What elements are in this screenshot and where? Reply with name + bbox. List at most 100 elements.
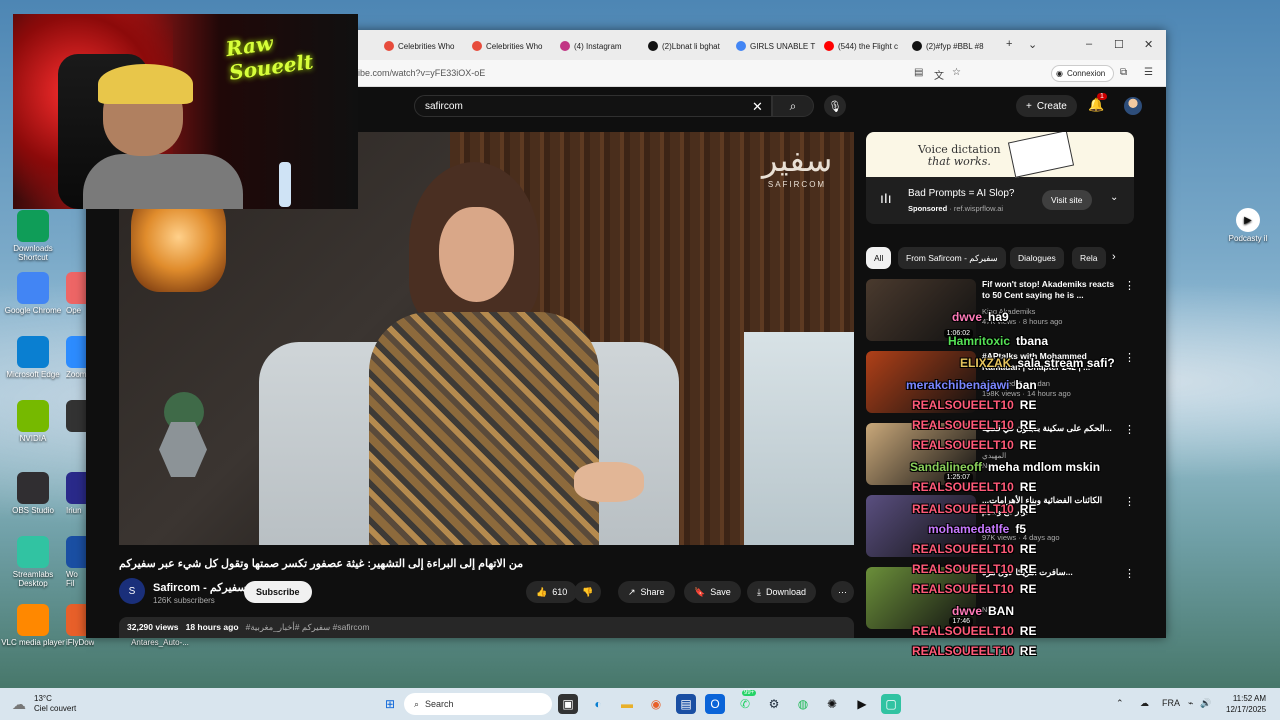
more-vert-icon[interactable]: ⋮ bbox=[1124, 423, 1135, 436]
close-window-icon[interactable]: ✕ bbox=[1144, 38, 1153, 51]
menu-icon[interactable]: ☰ bbox=[1144, 67, 1153, 78]
weather-widget[interactable]: ☁ 13°C Ciel couvert bbox=[12, 694, 76, 713]
browser-tab[interactable]: GIRLS UNABLE T bbox=[736, 38, 818, 54]
desktop-icon[interactable]: Google Chrome bbox=[0, 272, 66, 315]
chat-message: REALSOUEELT10 RE bbox=[912, 582, 1036, 596]
clock[interactable]: 11:52 AM 12/17/2025 bbox=[1226, 693, 1266, 715]
new-tab-icon[interactable]: + bbox=[1006, 38, 1012, 50]
desktop-icon[interactable]: NVIDIA bbox=[0, 400, 66, 443]
clear-search-icon[interactable]: ✕ bbox=[752, 99, 763, 115]
bookmark-star-icon[interactable]: ☆ bbox=[952, 67, 961, 78]
share-button[interactable]: ↗ Share bbox=[618, 581, 675, 603]
minimize-icon[interactable]: – bbox=[1086, 38, 1092, 50]
tab-label: (544) the Flight c bbox=[838, 41, 899, 51]
more-vert-icon[interactable]: ⋮ bbox=[1124, 351, 1135, 364]
desktop-icon[interactable]: OBS Studio bbox=[0, 472, 66, 515]
extensions-icon[interactable]: ⧉ bbox=[1120, 67, 1127, 78]
desktop-icon[interactable]: VLC media player bbox=[0, 604, 66, 647]
search-button[interactable]: ⌕ bbox=[772, 95, 814, 117]
more-vert-icon[interactable]: ⋮ bbox=[1124, 279, 1135, 292]
task-view-icon[interactable]: ▣ bbox=[558, 694, 578, 714]
chatgpt-icon[interactable]: ✺ bbox=[822, 694, 842, 714]
language-indicator[interactable]: FRA bbox=[1162, 698, 1180, 708]
subscribe-button[interactable]: Subscribe bbox=[244, 581, 312, 603]
desktop-icon-podcast[interactable]: ▶ Podcasty il bbox=[1222, 208, 1274, 243]
streamlabs-icon[interactable]: ▢ bbox=[881, 694, 901, 714]
browser-tab[interactable]: (4) Instagram bbox=[560, 38, 642, 54]
tab-favicon-icon bbox=[560, 41, 570, 51]
maximize-icon[interactable]: ☐ bbox=[1114, 38, 1124, 51]
desktop-icon[interactable]: Downloads Shortcut bbox=[0, 210, 66, 262]
start-windows-icon[interactable]: ⊞ bbox=[380, 694, 400, 714]
browser-tab[interactable]: (544) the Flight c bbox=[824, 38, 906, 54]
onedrive-icon[interactable]: ☁ bbox=[1140, 698, 1149, 709]
ad-banner[interactable]: Voice dictation that works. bbox=[866, 132, 1134, 178]
description-box[interactable]: 32,290 views 18 hours ago #سفيركم #أخبار… bbox=[119, 617, 854, 638]
more-vert-icon[interactable]: ⋮ bbox=[1124, 567, 1135, 580]
recommendation-title[interactable]: Fif won't stop! Akademiks reacts to 50 C… bbox=[982, 279, 1120, 301]
create-button[interactable]: + Create bbox=[1016, 95, 1077, 117]
chevron-down-icon[interactable]: ⌄ bbox=[1110, 192, 1118, 203]
chat-username: REALSOUEELT10 bbox=[912, 502, 1014, 516]
outlook-icon[interactable]: O bbox=[705, 694, 725, 714]
recommendation-item[interactable]: 1:25:07 الحكم على سكينة بنجلون في قضية...… bbox=[866, 423, 1146, 487]
voice-search-button[interactable]: 🎙 bbox=[824, 95, 846, 117]
search-input[interactable]: safircom bbox=[414, 95, 772, 117]
account-avatar[interactable] bbox=[1124, 97, 1142, 115]
taskbar-search[interactable]: ⌕ Search bbox=[404, 693, 552, 715]
recommendation-item[interactable]: 17:46 سافرت امريكا لاول مرة... New ⋮ bbox=[866, 567, 1146, 631]
chip-related[interactable]: Rela bbox=[1072, 247, 1106, 269]
chat-username: REALSOUEELT10 bbox=[912, 438, 1014, 452]
chip-all[interactable]: All bbox=[866, 247, 892, 269]
save-button[interactable]: 🔖 Save bbox=[684, 581, 741, 603]
dislike-button[interactable]: 👎 bbox=[574, 581, 602, 603]
chip-from-channel[interactable]: From Safircom - سفيركم bbox=[898, 247, 1006, 269]
tray-overflow-icon[interactable]: ⌃ bbox=[1116, 698, 1124, 709]
translate-icon[interactable]: 文 bbox=[934, 67, 944, 82]
more-actions-button[interactable]: ⋯ bbox=[831, 581, 854, 603]
steam-icon[interactable]: ⚙ bbox=[764, 694, 784, 714]
whatsapp-icon[interactable]: ✆ bbox=[735, 694, 755, 714]
desktop-icon-label: Microsoft Edge bbox=[6, 370, 60, 379]
recommendation-channel[interactable]: المهيدي bbox=[982, 451, 1006, 460]
desktop-icon-antares[interactable]: Antares_Auto-... bbox=[120, 638, 200, 647]
volume-icon[interactable]: 🔊 bbox=[1200, 698, 1211, 709]
recommendation-thumbnail[interactable]: 17:46 bbox=[866, 567, 976, 629]
desktop-icon[interactable]: Microsoft Edge bbox=[0, 336, 66, 379]
browser-tab[interactable]: Celebrities Who bbox=[384, 38, 466, 54]
store-icon[interactable]: ▤ bbox=[676, 694, 696, 714]
file-explorer-icon[interactable]: ▬ bbox=[617, 694, 637, 714]
spotify-icon[interactable]: ◍ bbox=[793, 694, 813, 714]
chat-text: RE bbox=[1019, 644, 1037, 658]
more-vert-icon[interactable]: ⋮ bbox=[1124, 495, 1135, 508]
chat-username: REALSOUEELT10 bbox=[912, 562, 1014, 576]
channel-avatar[interactable]: S bbox=[119, 578, 145, 604]
media-player-icon[interactable]: ▶ bbox=[852, 694, 872, 714]
chip-dialogues[interactable]: Dialogues bbox=[1010, 247, 1064, 269]
recommendation-thumbnail[interactable]: 1:25:07 bbox=[866, 423, 976, 485]
chevron-right-icon[interactable]: › bbox=[1112, 251, 1116, 263]
weather-temp: 13°C bbox=[34, 694, 52, 703]
chat-message: REALSOUEELT10 RE bbox=[912, 418, 1036, 432]
network-icon[interactable]: ⌁ bbox=[1188, 698, 1193, 709]
connexion-button[interactable]: ◉ Connexion bbox=[1051, 65, 1115, 82]
like-button[interactable]: 👍 610 bbox=[526, 581, 578, 603]
wispr-flow-icon: ıIı bbox=[880, 190, 892, 206]
channel-name[interactable]: Safircom - سفيركم bbox=[153, 581, 247, 594]
edge-icon[interactable]: ◐ bbox=[588, 694, 608, 714]
firefox-icon[interactable]: ◉ bbox=[646, 694, 666, 714]
chat-text: ban bbox=[1015, 378, 1037, 392]
desktop-icon[interactable]: Streamlabs Desktop bbox=[0, 536, 66, 588]
desktop-icon-label: Podcasty il bbox=[1228, 234, 1268, 243]
browser-tab[interactable]: (2)Lbnat li bghat bbox=[648, 38, 730, 54]
reader-icon[interactable]: ▤ bbox=[914, 67, 923, 78]
chat-message: REALSOUEELT10 RE bbox=[912, 438, 1036, 452]
browser-tab[interactable]: (2)#fyp #BBL #8 bbox=[912, 38, 994, 54]
browser-tab[interactable]: Celebrities Who bbox=[472, 38, 554, 54]
download-button[interactable]: ⤓ Download bbox=[747, 581, 817, 603]
hashtags[interactable]: #سفيركم #أخبار_مغربية #safircom bbox=[246, 622, 370, 632]
visit-site-button[interactable]: Visit site bbox=[1042, 190, 1092, 210]
tab-list-icon[interactable]: ⌄ bbox=[1028, 38, 1037, 51]
sponsored-ad[interactable]: Voice dictation that works. ıIı Bad Prom… bbox=[866, 132, 1134, 224]
url-field[interactable]: ibe.com/watch?v=yFE33iOX-oE bbox=[358, 68, 485, 78]
